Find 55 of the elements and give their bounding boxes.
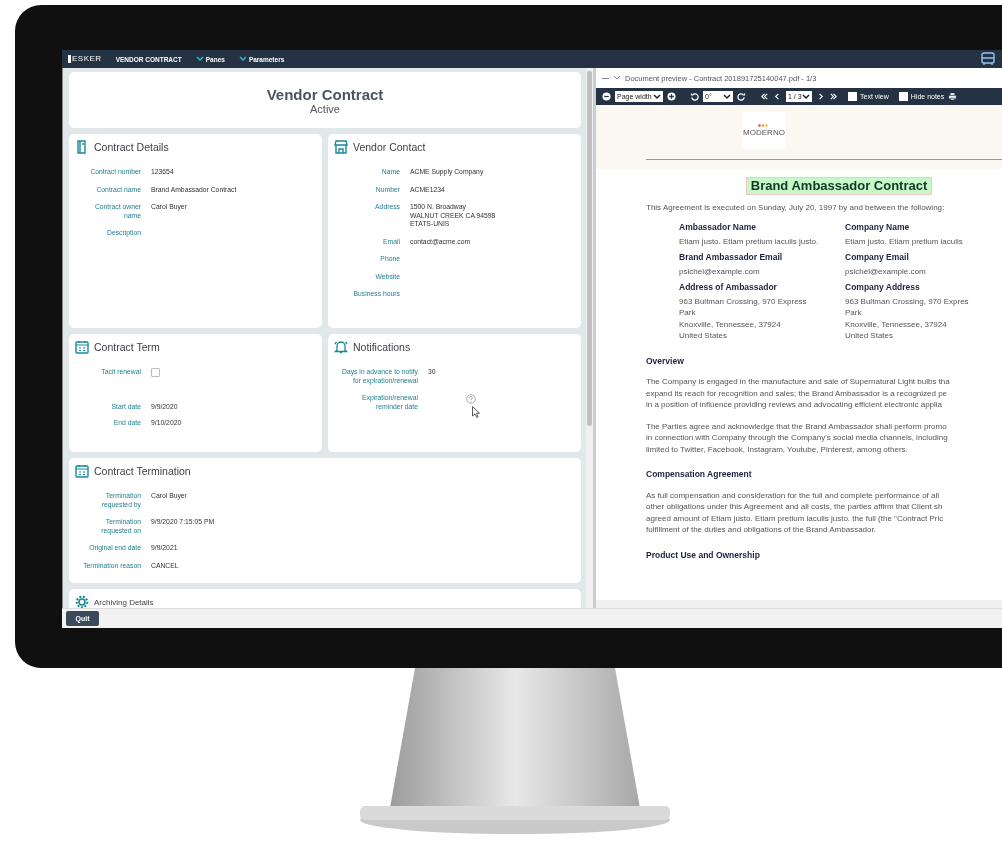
section-title: Contract Termination [94,465,191,477]
caret-icon [802,93,810,100]
caret-icon [653,93,661,100]
party-value: psichel@example.com [845,265,927,277]
section-heading: Overview [646,355,685,367]
print-icon[interactable] [948,92,958,101]
calendar-icon [75,340,89,354]
bell-icon [334,340,348,354]
caret-icon [723,93,731,100]
scrollbar[interactable] [586,68,593,608]
section-title: Vendor Contact [353,141,426,153]
previous-page-icon[interactable] [773,92,782,101]
status-text: Active [310,102,340,115]
last-page-icon[interactable] [829,92,838,101]
party-label: Brand Ambassador Email [679,252,784,264]
rotate-right-icon[interactable] [737,92,746,101]
caret-icon[interactable] [613,75,621,81]
party-value: 963 Bultman Crossing, 970 Express Park Knoxville, Tennessee, 37924 United States [679,295,808,342]
section-heading: Product Use and Ownership [646,549,761,561]
book-icon [75,140,89,154]
first-page-icon[interactable] [760,92,769,101]
party-value: Etiam justo. Etiam pretium iaculis [845,235,964,247]
company-logo: MODERNO [742,112,786,149]
party-label: Company Address [845,282,921,294]
horizontal-scrollbar[interactable] [596,600,1002,608]
party-label: Ambassador Name [679,222,757,234]
document-paragraph: As full compensation and consideration for the full and complete performance of all other obligations under this Agreement and all costs, the parties affirm that Client sh agreed amount of Etiam justo. Etiam pretium iaculis justo. the full (the "Contract Pric fulfillment of the duties and obligations of the Brand Ambassador. [645,489,945,536]
next-page-icon[interactable] [816,92,825,101]
zoom-in-icon[interactable] [667,92,676,101]
section-heading: Compensation Agreement [646,469,753,481]
document-paragraph: The Company is engaged in the manufacture and sale of Supernatural Light bulbs tha expand its reach for recognition and sales; the Brand Ambassador is a recognized pe in a position of influence providing reviews and advocating efficient electronic applia [645,376,951,411]
party-value: 963 Bultman Crossing, 970 Expres Park Knoxville, Tennessee, 37924 United States [845,295,970,342]
section-title: Contract Details [94,141,169,153]
calendar-icon [75,464,89,478]
app-logo: ESKER [68,55,102,63]
party-value: psichel@example.com [679,265,761,277]
page-title: Vendor Contract [266,85,384,103]
cursor-icon [472,406,480,418]
party-label: Address of Ambassador [679,282,778,294]
rotate-left-icon[interactable] [690,92,699,101]
party-value: Etiam justo. Etiam pretium iaculis justo. [679,235,820,247]
document-paragraph: The Parties agree and acknowledge that the Brand Ambassador shall perform promo in connection with Company through the Company's social media channels, including limited to Twitter, Facebook, Instagram, Youtube, Pinterest, among others. [645,420,949,455]
storefront-icon [334,140,348,154]
checkbox[interactable] [151,368,160,377]
caret-icon [195,56,204,62]
section-title: Contract Term [94,341,160,353]
zoom-out-icon[interactable] [602,92,611,101]
document-paragraph: This Agreement is executed on Sunday, July 20, 1997 by and between the following: [645,201,946,213]
section-title: Notifications [353,341,411,353]
party-label: Company Email [845,252,910,264]
section-title: Archiving Details [94,597,154,607]
caret-icon [238,56,247,62]
party-label: Company Name [845,222,911,234]
document-heading: Brand Ambassador Contract [745,177,933,195]
gear-icon [75,595,89,608]
